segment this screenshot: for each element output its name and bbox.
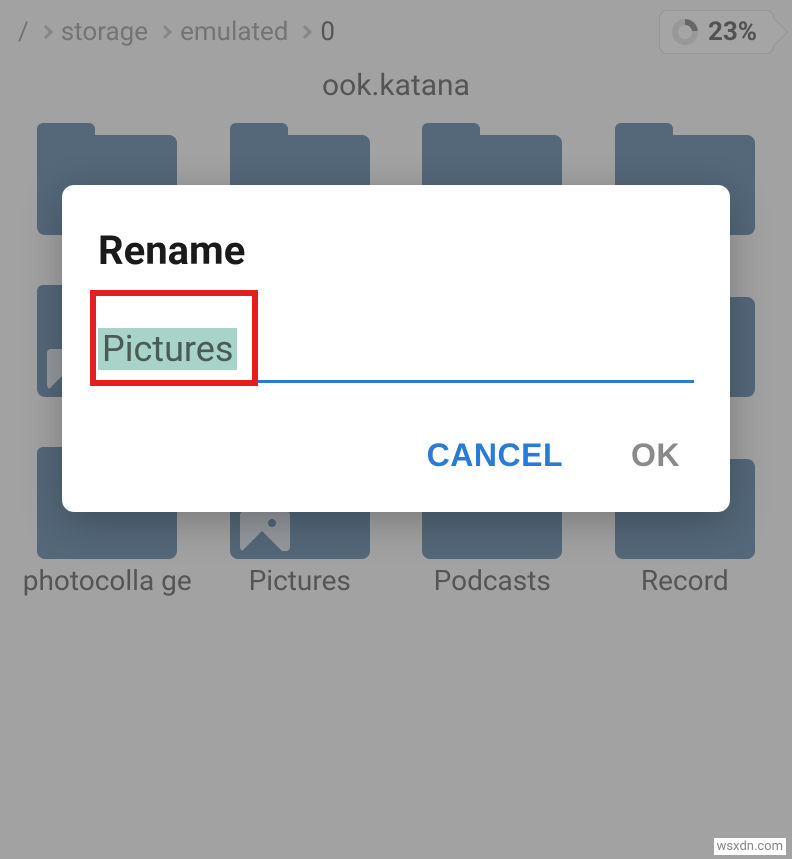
file-manager-screen: / storage emulated 0 23% ook.katana Es — [0, 0, 792, 859]
watermark: wsxdn.com — [714, 838, 786, 855]
cancel-button[interactable]: CANCEL — [423, 429, 567, 482]
ok-button[interactable]: OK — [627, 429, 684, 482]
rename-input-value[interactable]: Pictures — [98, 328, 237, 370]
rename-input[interactable]: Pictures — [98, 328, 694, 383]
rename-dialog: Rename Pictures CANCEL OK — [62, 185, 730, 512]
dialog-title: Rename — [98, 227, 694, 274]
dialog-actions: CANCEL OK — [98, 429, 694, 482]
